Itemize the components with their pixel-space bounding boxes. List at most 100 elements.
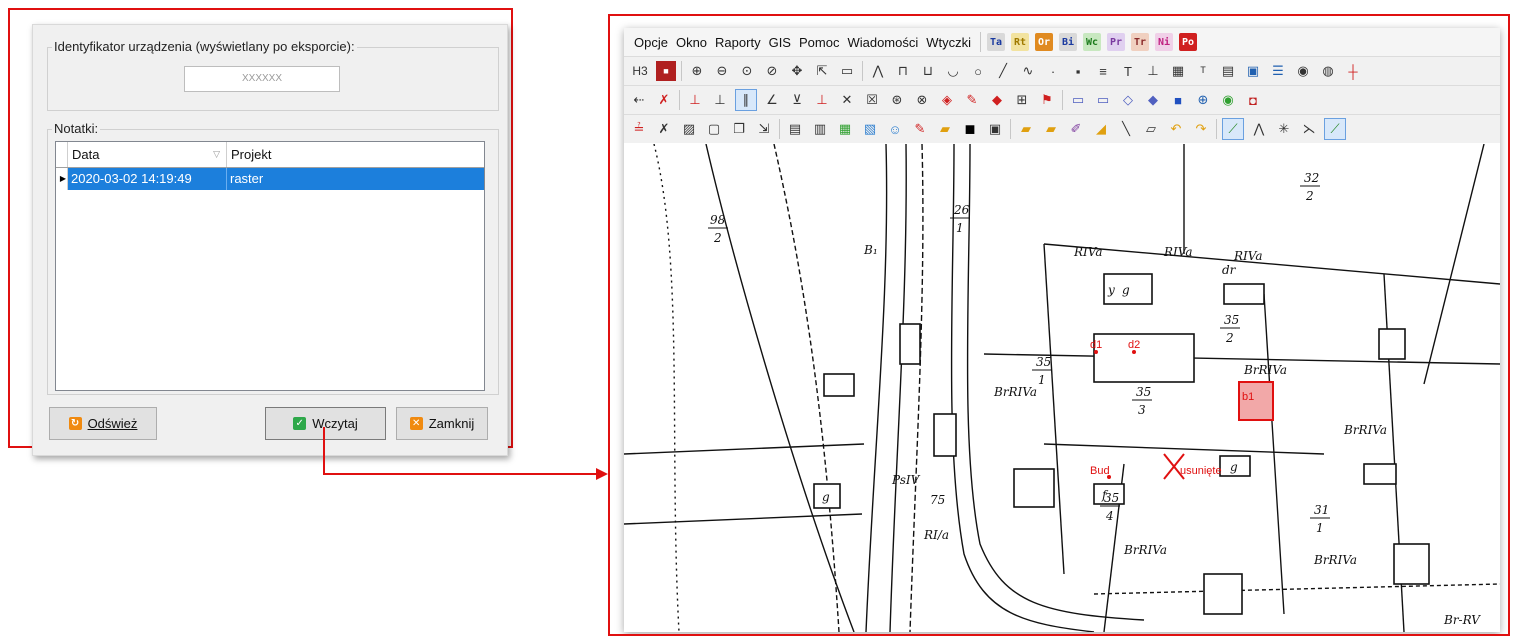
snap-3-icon[interactable]: ◈: [937, 90, 957, 110]
angle-draw-icon[interactable]: ⋀: [1249, 119, 1269, 139]
map-canvas[interactable]: 98 2 26 1 32 2 35 1 35 2 35 3 35 4 31 1 …: [624, 144, 1500, 632]
import-icon[interactable]: ▦: [835, 119, 855, 139]
extend-icon[interactable]: ⇠: [629, 90, 649, 110]
folder-save-icon[interactable]: ▰: [1041, 119, 1061, 139]
line-draw-icon[interactable]: ⟋: [1222, 118, 1244, 140]
image-raster-icon[interactable]: ▨: [679, 119, 699, 139]
tag-icon[interactable]: ✐: [1066, 119, 1086, 139]
fill-icon[interactable]: ▪: [1068, 61, 1088, 81]
text-base-icon[interactable]: ⊥: [1143, 61, 1163, 81]
menu-raporty[interactable]: Raporty: [711, 35, 765, 50]
black-square-icon[interactable]: ■: [960, 119, 980, 139]
pin-icon[interactable]: ◍: [1318, 61, 1338, 81]
arc-icon[interactable]: ◡: [943, 61, 963, 81]
perpendicular-icon[interactable]: ⊥: [685, 90, 705, 110]
folder-open-icon[interactable]: ▰: [1016, 119, 1036, 139]
bisector-icon[interactable]: ⊻: [787, 90, 807, 110]
point-icon[interactable]: ·: [1043, 61, 1063, 81]
measure-icon[interactable]: ≟: [629, 119, 649, 139]
brush-icon[interactable]: ✎: [910, 119, 930, 139]
flag-icon[interactable]: ⚑: [1037, 90, 1057, 110]
eraser-yellow-icon[interactable]: ◢: [1091, 119, 1111, 139]
line-icon[interactable]: ╱: [993, 61, 1013, 81]
page-icon[interactable]: ▢: [704, 119, 724, 139]
text-small-icon[interactable]: ᵀ: [1193, 61, 1213, 81]
perpendicular-base-icon[interactable]: ⊥: [710, 90, 730, 110]
menu-pomoc[interactable]: Pomoc: [795, 35, 843, 50]
pan-icon[interactable]: ✥: [787, 61, 807, 81]
polyline-open-icon[interactable]: ⋀: [868, 61, 888, 81]
zoom-out-icon[interactable]: ⊖: [712, 61, 732, 81]
plugin-chip-po[interactable]: Po: [1179, 33, 1198, 51]
cross-perpendicular-icon[interactable]: ⊥: [812, 90, 832, 110]
zoom-fit-icon[interactable]: ⊙: [737, 61, 757, 81]
angle-icon[interactable]: ∠: [762, 90, 782, 110]
circle-icon[interactable]: ○: [968, 61, 988, 81]
user-icon[interactable]: ☺: [885, 119, 905, 139]
plugin-chip-pr[interactable]: Pr: [1107, 33, 1126, 51]
text-icon[interactable]: T: [1118, 61, 1138, 81]
info-square-icon[interactable]: ■: [1168, 90, 1188, 110]
plugin-chip-ta[interactable]: Ta: [987, 33, 1006, 51]
export-icon[interactable]: ▧: [860, 119, 880, 139]
dimension-icon[interactable]: ≡: [1093, 61, 1113, 81]
image-icon[interactable]: ▣: [1243, 61, 1263, 81]
eraser-icon[interactable]: ◆: [987, 90, 1007, 110]
cross-draw-icon[interactable]: ✳: [1274, 119, 1294, 139]
snap-2-icon[interactable]: ⊗: [912, 90, 932, 110]
cross-line-icon[interactable]: ✗: [654, 119, 674, 139]
earth-icon[interactable]: ◉: [1218, 90, 1238, 110]
plugin-chip-rt[interactable]: Rt: [1011, 33, 1030, 51]
plugin-chip-bi[interactable]: Bi: [1059, 33, 1078, 51]
cut-line-icon[interactable]: ✗: [654, 90, 674, 110]
list-icon[interactable]: ☰: [1268, 61, 1288, 81]
frame-icon[interactable]: ▭: [837, 61, 857, 81]
undo-icon[interactable]: ↶: [1166, 119, 1186, 139]
exit-tool-icon[interactable]: ■: [656, 61, 676, 81]
box-check-icon[interactable]: ☒: [862, 90, 882, 110]
calendar-icon[interactable]: ▤: [1218, 61, 1238, 81]
parcel-number-label: 2: [713, 231, 722, 245]
grid-icon[interactable]: ⊞: [1012, 90, 1032, 110]
diamond-2-icon[interactable]: ◆: [1143, 90, 1163, 110]
menu-wtyczki[interactable]: Wtyczki: [922, 35, 975, 50]
terminal-icon[interactable]: ▣: [985, 119, 1005, 139]
diamond-icon[interactable]: ◇: [1118, 90, 1138, 110]
marker-icon[interactable]: ◘: [1243, 90, 1263, 110]
check-line-icon[interactable]: ⟋: [1324, 118, 1346, 140]
h3-tool[interactable]: H3: [629, 61, 651, 81]
folder-icon[interactable]: ▰: [935, 119, 955, 139]
menu-wiadomosci[interactable]: Wiadomości: [843, 35, 922, 50]
snap-1-icon[interactable]: ⊛: [887, 90, 907, 110]
shield-icon[interactable]: ◉: [1293, 61, 1313, 81]
redo-icon[interactable]: ↷: [1191, 119, 1211, 139]
clipboard-icon[interactable]: ▤: [785, 119, 805, 139]
text-table-icon[interactable]: ▦: [1168, 61, 1188, 81]
curve-icon[interactable]: ∿: [1018, 61, 1038, 81]
copy-icon[interactable]: ❐: [729, 119, 749, 139]
parallel-icon[interactable]: ∥: [735, 89, 757, 111]
globe-icon[interactable]: ⊕: [1193, 90, 1213, 110]
document-icon[interactable]: ▥: [810, 119, 830, 139]
rectangle-open-icon[interactable]: ⊔: [918, 61, 938, 81]
zoom-window-icon[interactable]: ⊘: [762, 61, 782, 81]
plugin-chip-wc[interactable]: Wc: [1083, 33, 1102, 51]
slash-icon[interactable]: ╲: [1116, 119, 1136, 139]
polyline-closed-icon[interactable]: ⊓: [893, 61, 913, 81]
plugin-chip-or[interactable]: Or: [1035, 33, 1054, 51]
plugin-chip-tr[interactable]: Tr: [1131, 33, 1150, 51]
branch-icon[interactable]: ⋋: [1299, 119, 1319, 139]
menu-opcje[interactable]: Opcje: [630, 35, 672, 50]
zoom-in-icon[interactable]: ⊕: [687, 61, 707, 81]
parallelogram-icon[interactable]: ▱: [1141, 119, 1161, 139]
pan-select-icon[interactable]: ⇱: [812, 61, 832, 81]
layer-2-icon[interactable]: ▭: [1093, 90, 1113, 110]
plugin-chip-ni[interactable]: Ni: [1155, 33, 1174, 51]
pencil-icon[interactable]: ✎: [962, 90, 982, 110]
menu-gis[interactable]: GIS: [765, 35, 795, 50]
intersect-icon[interactable]: ✕: [837, 90, 857, 110]
menu-okno[interactable]: Okno: [672, 35, 711, 50]
layer-1-icon[interactable]: ▭: [1068, 90, 1088, 110]
select-icon[interactable]: ⇲: [754, 119, 774, 139]
crosshair-icon[interactable]: ┼: [1343, 61, 1363, 81]
